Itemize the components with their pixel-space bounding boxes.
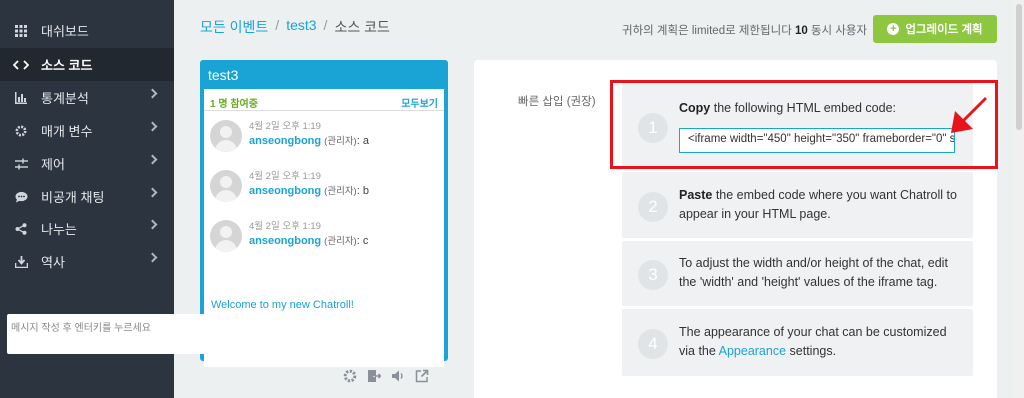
plus-circle-icon: +	[887, 23, 900, 35]
message-user[interactable]: anseongbong	[249, 235, 321, 247]
upgrade-plan-button[interactable]: + 업그레이드 계획	[873, 15, 997, 43]
message-time: 4월 2일 오후 1:19	[249, 221, 321, 232]
sidebar-item-private-chat[interactable]: 비공개 채팅	[0, 180, 174, 213]
sidebar-item-history[interactable]: 역사	[0, 245, 174, 278]
chat-status-bar: 1 명 참여중 모두보기	[204, 89, 444, 111]
message-user[interactable]: anseongbong	[249, 185, 321, 197]
avatar	[210, 220, 242, 252]
page-scrollbar[interactable]	[1014, 0, 1024, 398]
step-2: 2 Paste the embed code where you want Ch…	[622, 172, 973, 238]
breadcrumb-all-events[interactable]: 모든 이벤트	[200, 17, 268, 37]
popout-icon[interactable]	[415, 369, 429, 383]
chevron-right-icon	[147, 154, 158, 165]
message-text: : b	[356, 185, 369, 197]
chat-message: 4월 2일 오후 1:19 anseongbong (관리자): c	[210, 218, 440, 256]
gear-icon	[13, 125, 29, 137]
welcome-message: Welcome to my new Chatroll!	[211, 299, 354, 311]
step-text-end: settings.	[786, 344, 837, 358]
step-number: 2	[638, 192, 668, 222]
chevron-right-icon	[147, 187, 158, 198]
message-text: : a	[356, 135, 369, 147]
chevron-right-icon	[147, 219, 158, 230]
sidebar-item-source-code[interactable]: 소스 코드	[0, 48, 174, 81]
sidebar-item-label: 비공개 채팅	[41, 190, 105, 205]
sidebar-item-statistics[interactable]: 통계분석	[0, 81, 174, 114]
message-line: anseongbong (관리자): a	[249, 133, 369, 147]
step-4: 4 The appearance of your chat can be cus…	[622, 309, 973, 376]
chat-title: test3	[208, 67, 239, 83]
sidebar-item-label: 나누는	[41, 222, 77, 237]
chat-message-input[interactable]: 메시지 작성 후 엔터키를 누르세요	[7, 314, 241, 354]
sidebar-item-label: 제어	[41, 157, 65, 172]
sidebar-item-control[interactable]: 제어	[0, 147, 174, 180]
online-count: 1 명 참여중	[210, 99, 258, 110]
step-text: To adjust the width and/or height of the…	[679, 256, 948, 289]
message-user[interactable]: anseongbong	[249, 135, 321, 147]
exit-door-icon[interactable]	[367, 369, 381, 383]
step-number: 4	[638, 329, 668, 359]
step-3: 3 To adjust the width and/or height of t…	[622, 241, 973, 306]
sidebar-item-label: 역사	[41, 255, 65, 270]
sidebar-item-share[interactable]: 나누는	[0, 212, 174, 245]
view-all-link[interactable]: 모두보기	[401, 95, 438, 110]
message-line: anseongbong (관리자): c	[249, 233, 368, 247]
breadcrumb-separator: /	[323, 17, 328, 33]
sidebar-item-parameters[interactable]: 매개 변수	[0, 114, 174, 147]
code-icon	[13, 59, 29, 71]
sidebar-item-label: 매개 변수	[41, 124, 93, 139]
sidebar-item-label: 통계분석	[41, 91, 89, 106]
message-role: (관리자)	[324, 186, 357, 197]
step-text: The appearance of your chat can be custo…	[679, 323, 964, 361]
plan-info: 귀하의 계획은 limited로 제한됩니다 10 동시 사용자	[622, 22, 867, 38]
plan-info-prefix: 귀하의 계획은 limited로 제한됩니다	[622, 25, 795, 37]
quick-insert-label: 빠른 삽입 (권장)	[518, 96, 596, 108]
share-icon	[13, 222, 29, 235]
scrollbar-thumb[interactable]	[1016, 4, 1022, 130]
avatar	[210, 120, 242, 152]
grid-icon	[13, 24, 29, 37]
chevron-right-icon	[147, 88, 158, 99]
breadcrumb: 모든 이벤트 / test3 / 소스 코드	[200, 17, 390, 37]
chat-bubble-icon	[13, 191, 29, 203]
sidebar-item-label: 대쉬보드	[41, 24, 89, 39]
step-text: Paste the embed code where you want Chat…	[679, 186, 964, 224]
sliders-icon	[13, 158, 29, 170]
avatar	[210, 170, 242, 202]
chat-message: 4월 2일 오후 1:19 anseongbong (관리자): a	[210, 118, 440, 156]
download-tray-icon	[13, 255, 29, 268]
chat-message: 4월 2일 오후 1:19 anseongbong (관리자): b	[210, 168, 440, 206]
speaker-icon[interactable]	[391, 369, 405, 383]
step-text-body: the embed code where you want Chatroll t…	[679, 188, 957, 221]
message-time: 4월 2일 오후 1:19	[249, 121, 321, 132]
message-text: : c	[356, 235, 369, 247]
gear-icon[interactable]	[343, 369, 357, 383]
chevron-right-icon	[147, 121, 158, 132]
chat-toolbar	[343, 369, 429, 383]
breadcrumb-separator: /	[275, 17, 280, 33]
highlight-box	[610, 80, 998, 169]
message-time: 4월 2일 오후 1:19	[249, 171, 321, 182]
breadcrumb-current: 소스 코드	[334, 19, 390, 35]
annotation-arrow-icon	[951, 97, 987, 133]
sidebar-item-dashboard[interactable]: 대쉬보드	[0, 14, 174, 47]
sidebar-item-label: 소스 코드	[41, 58, 93, 73]
step-bold: Paste	[679, 188, 713, 202]
message-role: (관리자)	[324, 136, 357, 147]
chevron-right-icon	[147, 252, 158, 263]
message-line: anseongbong (관리자): b	[249, 183, 369, 197]
step-number: 3	[638, 260, 668, 290]
message-role: (관리자)	[324, 236, 357, 247]
bar-chart-icon	[13, 91, 29, 104]
upgrade-plan-label: 업그레이드 계획	[905, 24, 983, 36]
breadcrumb-event[interactable]: test3	[286, 17, 316, 37]
appearance-link[interactable]: Appearance	[719, 344, 786, 358]
plan-info-suffix: 동시 사용자	[807, 25, 868, 37]
plan-user-count: 10	[794, 25, 808, 37]
